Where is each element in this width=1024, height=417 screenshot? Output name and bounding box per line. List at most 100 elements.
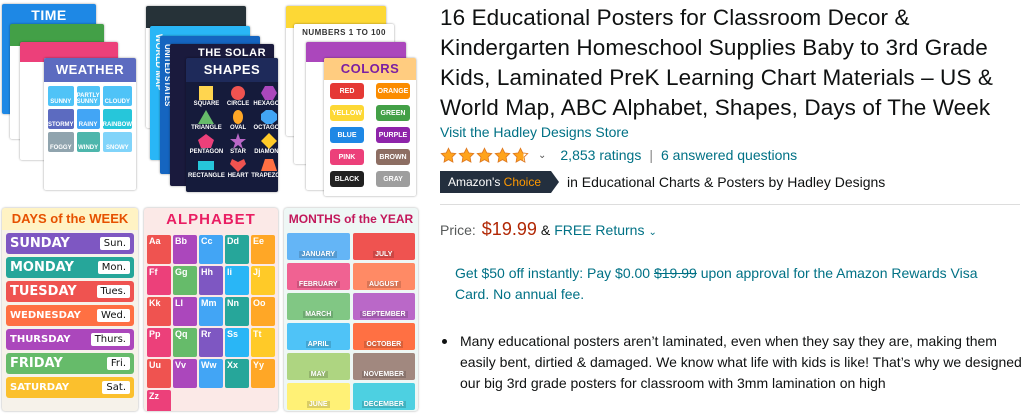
weather-tile: WINDY: [76, 132, 100, 152]
weather-tile: CLOUDY: [102, 86, 132, 106]
alphabet-tile: Pp: [147, 328, 171, 357]
alphabet-tile: Ii: [225, 266, 249, 295]
weather-tile-label: RAINY: [78, 122, 98, 128]
month-label: NOVEMBER: [361, 371, 406, 378]
trap-shape-icon: [260, 159, 277, 171]
shape-tile: RECTANGLE: [188, 157, 225, 179]
pent-shape-icon: [198, 134, 215, 148]
ratings-count-link[interactable]: 2,853 ratings: [560, 147, 641, 163]
rewards-promo[interactable]: Get $50 off instantly: Pay $0.00 $19.99 …: [455, 263, 1015, 305]
badge-choice: Choice: [503, 175, 542, 189]
day-row: THURSDAY Thurs.: [6, 329, 134, 350]
promo-strike-price: $19.99: [653, 265, 697, 281]
price-row: Price: $19.99 & FREE Returns ⌄: [440, 219, 1024, 243]
weather-tile-label: CLOUDY: [104, 99, 130, 105]
price-value: $19.99: [481, 219, 537, 239]
month-label: JULY: [373, 251, 395, 258]
list-item: Many educational posters aren’t laminate…: [442, 331, 1024, 394]
color-tiles: RED ORANGE YELLOW GREEN BLUE PURPLE PINK BROWN B…: [324, 80, 416, 190]
month-label: APRIL: [305, 341, 331, 348]
weather-tile-label: STORMY: [48, 122, 74, 128]
crayon-tile: BLACK: [330, 171, 364, 187]
product-info: 16 Educational Posters for Classroom Dec…: [440, 0, 1024, 417]
shape-tile: DIAMOND: [251, 133, 278, 155]
alphabet-tile: Tt: [251, 328, 275, 357]
alphabet-tile: Cc: [199, 235, 223, 264]
free-returns-link[interactable]: FREE Returns: [554, 222, 644, 238]
shape-tile: TRAPEZOID: [251, 157, 278, 179]
month-tile: AUGUST: [352, 263, 415, 290]
day-name: THURSDAY: [10, 334, 71, 345]
day-short: Thurs.: [90, 333, 130, 346]
crayon-tile: ORANGE: [376, 83, 410, 99]
month-label: JANUARY: [299, 251, 338, 258]
badge-prefix: Amazon's: [448, 175, 501, 189]
wide-shape-icon: [198, 161, 215, 170]
weather-tile: STORMY: [48, 109, 74, 129]
month-tile: DECEMBER: [352, 383, 415, 410]
day-name: TUESDAY: [10, 284, 77, 299]
alphabet-tile: Oo: [251, 297, 275, 326]
hex-shape-icon: [260, 86, 277, 100]
bullet-text: Many educational posters aren’t laminate…: [460, 333, 1022, 391]
day-row: TUESDAY Tues.: [6, 281, 134, 302]
alphabet-tile: Qq: [173, 328, 197, 357]
shape-tile: PENTAGON: [188, 133, 225, 155]
month-label: MAY: [308, 371, 328, 378]
store-link[interactable]: Visit the Hadley Designs Store: [440, 124, 1024, 140]
poster-shapes-title: SHAPES: [186, 58, 278, 82]
weather-tiles: SUNNY PARTLY SUNNY CLOUDY STORMY RAINY RAINBO…: [44, 82, 136, 156]
poster-alphabet: ALPHABET Aa Bb Cc Dd Ee Ff Gg Hh Ii Jj Kk Ll Mm Nn Oo P…: [144, 208, 278, 411]
feature-bullets: Many educational posters aren’t laminate…: [442, 331, 1024, 394]
star-rating[interactable]: [440, 146, 530, 164]
day-short: Sun.: [99, 237, 130, 250]
weather-tile: RAINBOW: [102, 109, 132, 129]
crayon-tile: PURPLE: [376, 127, 410, 143]
circle-shape-icon: [231, 86, 246, 100]
star-icon: [458, 146, 475, 163]
shape-tile-label: OCTAGON: [253, 125, 278, 131]
alphabet-tile: Dd: [225, 235, 249, 264]
alphabet-tile: Kk: [147, 297, 171, 326]
alphabet-tile: Gg: [173, 266, 197, 295]
alphabet-tile: Uu: [147, 359, 171, 388]
month-label: JUNE: [306, 401, 330, 408]
product-title: 16 Educational Posters for Classroom Dec…: [440, 5, 993, 120]
chevron-down-icon[interactable]: ⌄: [538, 150, 546, 161]
month-label: FEBRUARY: [296, 281, 340, 288]
month-tile: JULY: [352, 233, 415, 260]
days-list: SUNDAY Sun. MONDAY Mon. TUESDAY Tues. WEDNESDA…: [2, 233, 138, 398]
day-name: WEDNESDAY: [10, 310, 81, 321]
weather-tile: RAINY: [76, 109, 100, 129]
price-amp: &: [540, 222, 551, 238]
day-row: SUNDAY Sun.: [6, 233, 134, 254]
answered-questions-link[interactable]: 6 answered questions: [661, 147, 797, 163]
day-row: FRIDAY Fri.: [6, 353, 134, 374]
oval-shape-icon: [233, 110, 244, 124]
month-label: AUGUST: [366, 281, 401, 288]
alphabet-tile: Ll: [173, 297, 197, 326]
poster-months: MONTHS of the YEAR JANUARY JULY FEBRUARY AU…: [284, 208, 418, 411]
amazons-choice-badge[interactable]: Amazon's Choice: [440, 171, 560, 193]
shape-tiles: SQUARE CIRCLEHEXAGON TRIANGLE OVAL OCTAGON PE…: [186, 82, 278, 182]
shape-tile: STAR: [227, 133, 249, 155]
crayon-tile: PINK: [330, 149, 364, 165]
alphabet-tile: Rr: [199, 328, 223, 357]
day-short: Wed.: [97, 309, 130, 322]
weather-tile: SNOWY: [102, 132, 132, 152]
poster-alphabet-title: ALPHABET: [166, 211, 256, 228]
months-grid: JANUARY JULY FEBRUARY AUGUST MARCH SEPTEMBER A…: [284, 230, 418, 411]
chevron-down-icon[interactable]: ⌄: [648, 227, 656, 238]
shape-tile: OCTAGON: [251, 109, 278, 131]
poster-time-title: TIME: [31, 7, 67, 23]
shape-tile: OVAL: [227, 109, 249, 131]
day-name: FRIDAY: [10, 356, 63, 371]
day-short: Sat.: [102, 381, 130, 394]
weather-tile-label: SUNNY: [50, 99, 72, 105]
product-image-gallery[interactable]: TIME EMOTIONS MY BODY WEATHER SUNNY PARTL…: [0, 0, 430, 417]
heart-shape-icon: [230, 159, 247, 172]
shape-tile-label: RECTANGLE: [188, 173, 225, 179]
tri-shape-icon: [198, 110, 215, 124]
shape-tile-label: CIRCLE: [226, 101, 250, 107]
alphabet-tile: Vv: [173, 359, 197, 388]
